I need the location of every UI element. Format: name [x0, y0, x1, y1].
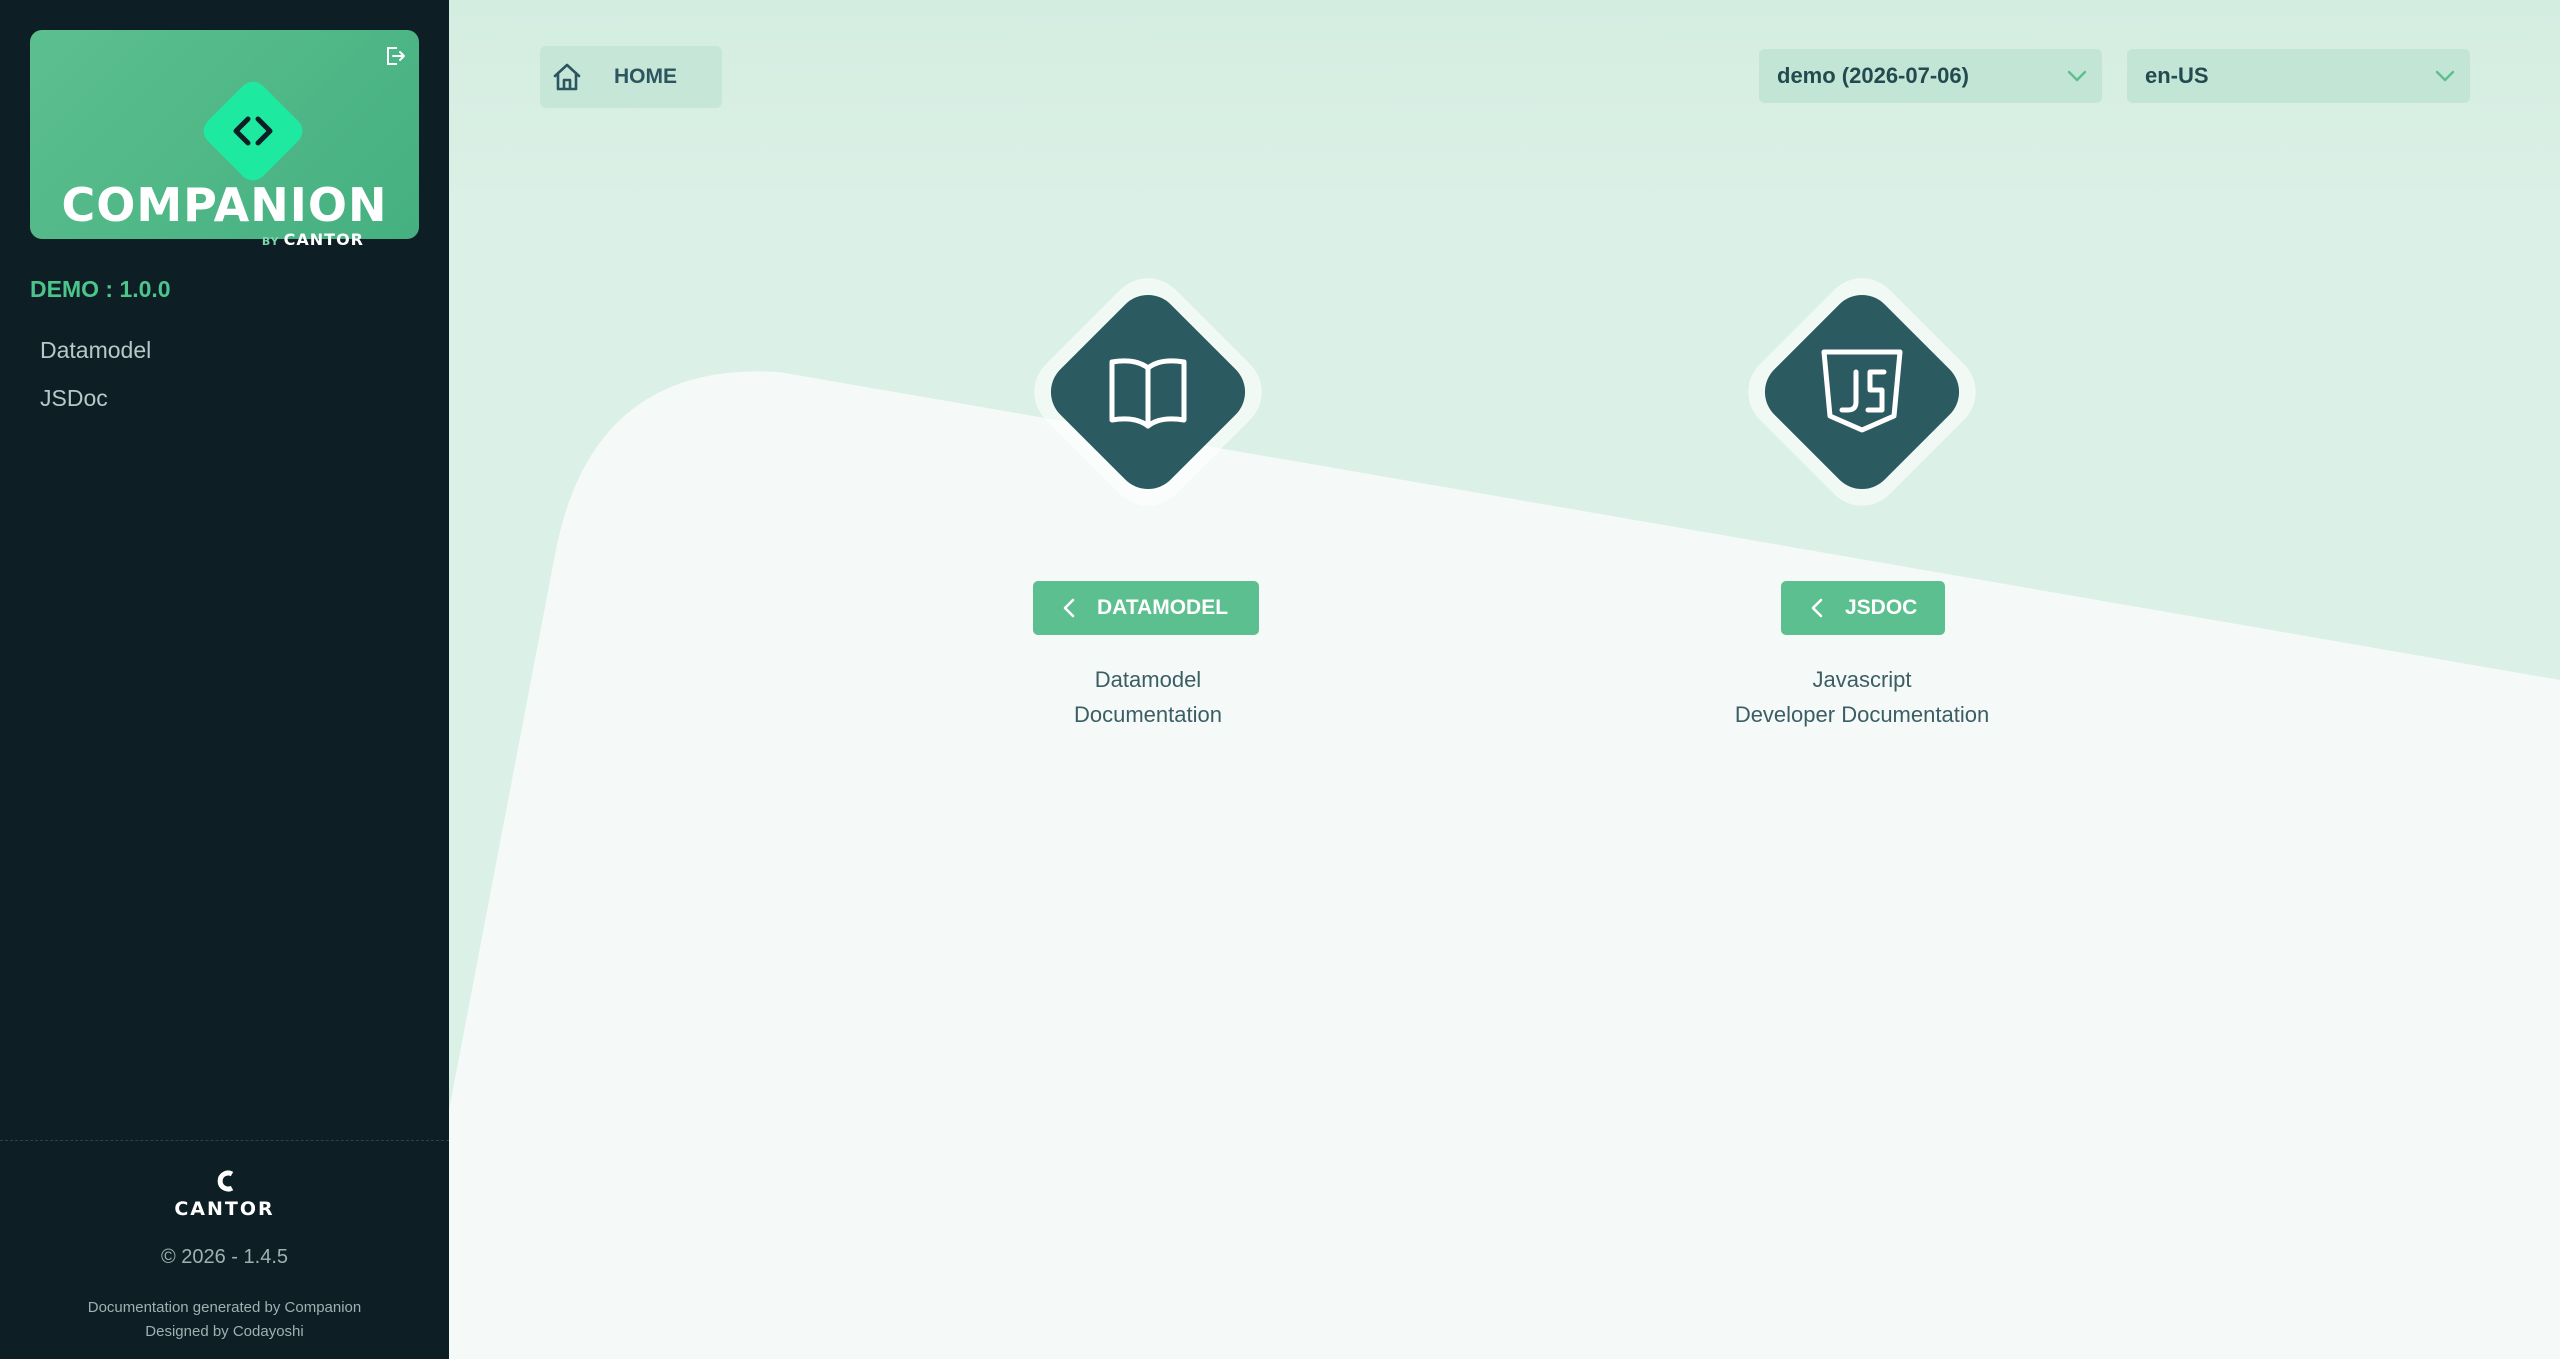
chevron-left-icon	[1807, 597, 1829, 619]
version-select-value: demo (2026-07-06)	[1777, 63, 1969, 88]
jsdoc-desc-line2: Developer Documentation	[1734, 702, 1990, 727]
jsdoc-button[interactable]: JSDOC	[1781, 581, 1945, 635]
jsdoc-diamond[interactable]	[1732, 262, 1992, 522]
jsdoc-card: JSDOC Javascript Developer Documentation	[1732, 262, 1992, 727]
datamodel-description: Datamodel Documentation	[1018, 662, 1278, 732]
logo-card[interactable]: COMPANION BY CANTOR	[30, 30, 419, 249]
logo-text: COMPANION	[61, 178, 388, 232]
datamodel-card: DATAMODEL Datamodel Documentation	[1018, 262, 1278, 727]
datamodel-desc-line1: Datamodel	[1094, 667, 1202, 692]
background-wave	[449, 371, 2560, 1359]
js-shield-icon	[1812, 342, 1912, 442]
footer-brand: CANTOR	[174, 1198, 275, 1220]
logo-by: BY	[261, 235, 280, 248]
logo-sub: BY CANTOR	[262, 230, 364, 249]
sidebar-divider	[0, 1140, 449, 1141]
footer-designed: Designed by Codayoshi	[145, 1323, 304, 1340]
chevron-down-icon	[2434, 65, 2456, 87]
home-label: HOME	[614, 65, 677, 88]
footer-logo: CANTOR	[0, 1168, 449, 1220]
logo-brand: CANTOR	[283, 230, 364, 249]
code-brackets-icon	[213, 92, 293, 170]
jsdoc-button-label: JSDOC	[1845, 596, 1918, 619]
footer-generated: Documentation generated by Companion	[87, 1299, 362, 1316]
datamodel-diamond[interactable]	[1018, 262, 1278, 522]
chevron-left-icon	[1059, 597, 1081, 619]
logout-icon[interactable]	[383, 44, 407, 68]
language-select-value: en-US	[2145, 63, 2209, 88]
datamodel-button-label: DATAMODEL	[1097, 596, 1229, 619]
home-button[interactable]: HOME	[540, 46, 722, 108]
chevron-down-icon	[2066, 65, 2088, 87]
book-icon	[1098, 342, 1198, 442]
sidebar: COMPANION BY CANTOR DEMO : 1.0.0 Datamode…	[0, 0, 449, 1359]
version-select[interactable]: demo (2026-07-06)	[1759, 49, 2102, 103]
sidebar-item-datamodel[interactable]: Datamodel	[40, 337, 151, 364]
cantor-logo-icon	[0, 1168, 449, 1198]
home-icon	[550, 60, 584, 94]
main-area: HOME demo (2026-07-06) en-US DATAMODEL D…	[449, 0, 2560, 1359]
jsdoc-description: Javascript Developer Documentation	[1732, 662, 1992, 732]
datamodel-desc-line2: Documentation	[1074, 702, 1222, 727]
sidebar-item-jsdoc[interactable]: JSDoc	[40, 385, 108, 412]
version-label: DEMO : 1.0.0	[30, 276, 171, 302]
footer-copyright: © 2026 - 1.4.5	[160, 1246, 289, 1268]
jsdoc-desc-line1: Javascript	[1812, 667, 1912, 692]
language-select[interactable]: en-US	[2127, 49, 2470, 103]
datamodel-button[interactable]: DATAMODEL	[1033, 581, 1259, 635]
